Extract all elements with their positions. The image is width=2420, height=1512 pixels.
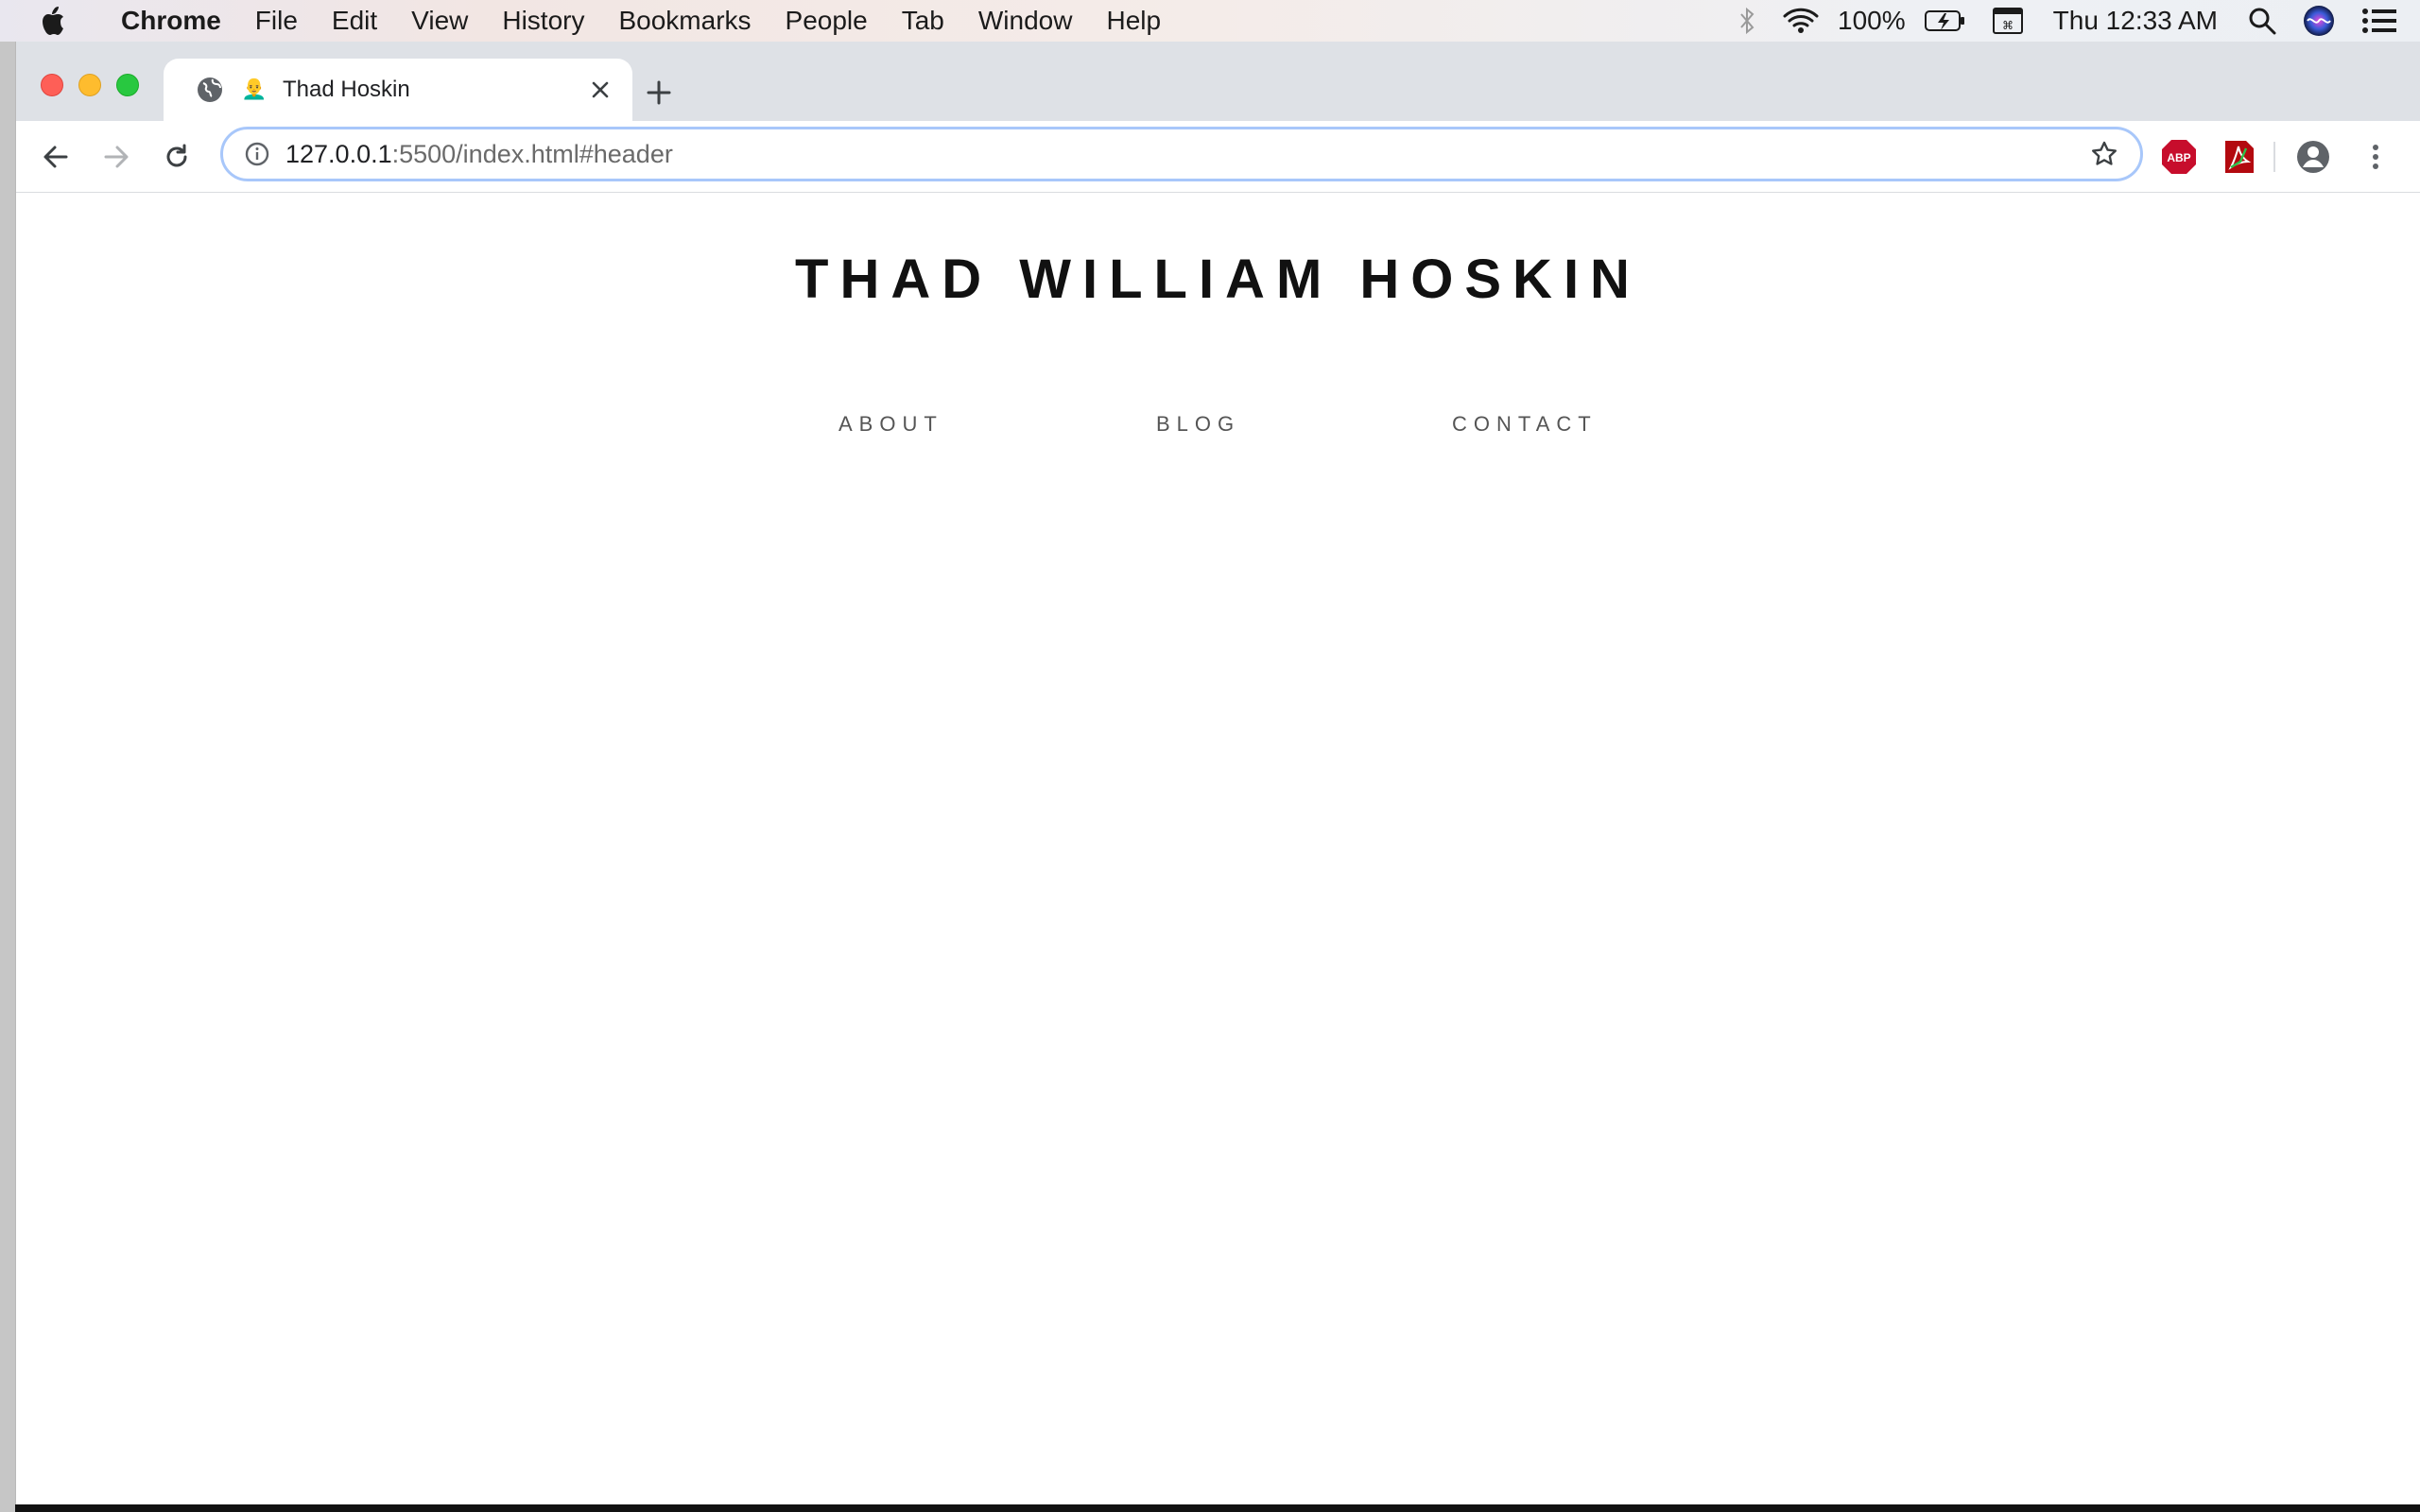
desktop-background — [0, 42, 15, 1512]
tab-active[interactable]: 👨‍🦲 Thad Hoskin — [164, 59, 632, 121]
new-tab-plus-icon[interactable] — [636, 70, 682, 115]
menu-window[interactable]: Window — [961, 0, 1090, 42]
menu-people[interactable]: People — [769, 0, 885, 42]
adblock-plus-icon[interactable]: ABP — [2156, 134, 2202, 180]
window-minimize-button[interactable] — [78, 74, 101, 96]
tab-favicon: 👨‍🦲 — [241, 77, 268, 101]
menu-file[interactable]: File — [238, 0, 315, 42]
url-host: 127.0.0.1 — [285, 139, 392, 168]
more-options-icon[interactable] — [2353, 134, 2398, 180]
spotlight-search-icon[interactable] — [2235, 0, 2290, 42]
menu-bookmarks[interactable]: Bookmarks — [601, 0, 768, 42]
menu-history[interactable]: History — [485, 0, 601, 42]
menu-chrome[interactable]: Chrome — [104, 0, 238, 42]
window-bottom-edge — [15, 1504, 2420, 1512]
notification-center-icon[interactable] — [2348, 0, 2420, 42]
forward-arrow-icon[interactable] — [94, 134, 139, 180]
clock[interactable]: Thu 12:33 AM — [2036, 6, 2235, 36]
keyboard-viewer-icon[interactable]: ⌘ — [1979, 0, 2036, 42]
bookmark-star-icon[interactable] — [2082, 131, 2127, 177]
nav-link-blog[interactable]: BLOG — [1156, 412, 1240, 437]
url-text[interactable]: 127.0.0.1:5500/index.html#header — [285, 140, 2082, 169]
back-arrow-icon[interactable] — [33, 134, 78, 180]
nav-link-contact[interactable]: CONTACT — [1452, 412, 1598, 437]
bluetooth-icon[interactable] — [1724, 0, 1770, 42]
menu-view[interactable]: View — [394, 0, 485, 42]
macos-menu-bar: Chrome File Edit View History Bookmarks … — [0, 0, 2420, 42]
profile-avatar-icon[interactable] — [2290, 134, 2336, 180]
svg-text:⌘: ⌘ — [2002, 19, 2014, 32]
menu-tab[interactable]: Tab — [885, 0, 961, 42]
menu-help[interactable]: Help — [1089, 0, 1178, 42]
battery-percent: 100% — [1838, 6, 1906, 35]
apple-menu-icon[interactable] — [0, 6, 104, 36]
tab-strip: 👨‍🦲 Thad Hoskin — [16, 42, 2420, 121]
menu-edit[interactable]: Edit — [315, 0, 394, 42]
pdf-extension-icon[interactable] — [2217, 134, 2262, 180]
wifi-icon[interactable] — [1770, 0, 1832, 42]
abp-label: ABP — [2167, 151, 2190, 164]
site-nav: ABOUT BLOG CONTACT — [16, 193, 2420, 1501]
reload-icon[interactable] — [154, 134, 199, 180]
battery-charging-icon[interactable] — [1911, 0, 1979, 42]
browser-toolbar: 127.0.0.1:5500/index.html#header ABP — [16, 121, 2420, 193]
siri-icon[interactable] — [2290, 0, 2348, 42]
web-page-content: THAD WILLIAM HOSKIN ABOUT BLOG CONTACT — [16, 193, 2420, 1501]
url-path: :5500/index.html#header — [391, 139, 673, 168]
tab-close-icon[interactable] — [581, 71, 619, 109]
toolbar-separator — [2273, 142, 2275, 172]
globe-icon — [198, 77, 222, 102]
window-close-button[interactable] — [41, 74, 63, 96]
browser-window: 👨‍🦲 Thad Hoskin 127.0.0.1:5500/index.htm… — [15, 42, 2420, 1504]
window-maximize-button[interactable] — [116, 74, 139, 96]
tab-title: Thad Hoskin — [283, 77, 410, 102]
site-info-icon[interactable] — [242, 139, 272, 169]
address-bar[interactable]: 127.0.0.1:5500/index.html#header — [220, 127, 2143, 181]
nav-link-about[interactable]: ABOUT — [838, 412, 943, 437]
